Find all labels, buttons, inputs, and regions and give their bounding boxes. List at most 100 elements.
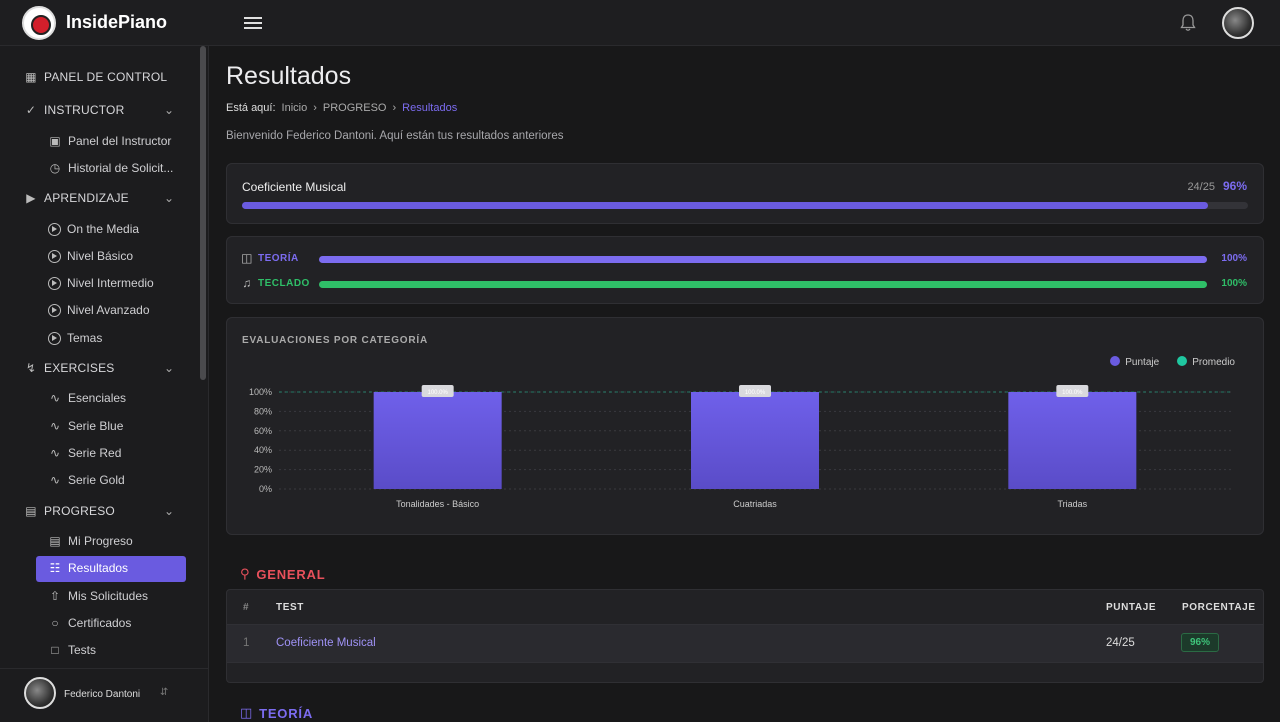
user-square-icon: ▣ — [49, 134, 61, 148]
col-header-test: TEST — [276, 602, 304, 613]
sidebar-item-tests[interactable]: □ Tests — [48, 643, 96, 657]
sidebar-item-certificados[interactable]: ○ Certificados — [48, 616, 131, 630]
sidebar-item-mis-solicitudes[interactable]: ⇧ Mis Solicitudes — [48, 589, 148, 603]
chevron-right-icon: › — [392, 102, 397, 114]
row-score: 24/25 — [1106, 637, 1135, 649]
check-circle-icon: ✓ — [25, 103, 37, 117]
play-circle-icon — [48, 222, 61, 236]
y-tick-label: 20% — [254, 465, 272, 475]
row-number: 1 — [243, 637, 250, 649]
data-label: 100.0% — [427, 390, 448, 396]
sidebar-section-exercises[interactable]: ↯ EXERCISES ⌄ — [24, 361, 174, 375]
teoria-progress-fill — [319, 256, 1207, 263]
sidebar-item-mi-progreso[interactable]: ▤ Mi Progreso — [48, 534, 132, 548]
sidebar-item-serie-gold[interactable]: ∿ Serie Gold — [48, 473, 125, 487]
bar-puntaje — [1008, 392, 1137, 489]
data-label: 100.0% — [1062, 390, 1083, 396]
sidebar-item-panel-instructor[interactable]: ▣ Panel del Instructor — [48, 134, 171, 148]
document-icon: ☷ — [49, 561, 61, 575]
sidebar-item-serie-blue[interactable]: ∿ Serie Blue — [48, 419, 123, 433]
sidebar-item-temas[interactable]: Temas — [48, 331, 102, 345]
teclado-percent: 100% — [1221, 278, 1247, 289]
page-title: Resultados — [226, 62, 352, 90]
y-tick-label: 0% — [259, 484, 272, 494]
y-tick-label: 80% — [254, 406, 272, 416]
sidebar-section-progreso[interactable]: ▤ PROGRESO ⌄ — [24, 504, 174, 518]
row-test-link[interactable]: Coeficiente Musical — [276, 637, 376, 649]
play-circle-icon — [48, 249, 61, 263]
category-progress-card: ◫ TEORÍA 100% ♫ TECLADO 100% — [226, 236, 1264, 304]
x-tick-label: Cuatriadas — [733, 499, 777, 509]
sidebar-section-aprendizaje[interactable]: ▶ APRENDIZAJE ⌄ — [24, 191, 174, 205]
main-content: Resultados Está aquí: Inicio › PROGRESO … — [210, 46, 1280, 722]
x-tick-label: Tonalidades - Básico — [396, 499, 479, 509]
sidebar-item-on-the-media[interactable]: On the Media — [48, 222, 139, 236]
general-table: # TEST PUNTAJE PORCENTAJE 1 Coeficiente … — [226, 589, 1264, 683]
award-icon: ○ — [51, 616, 59, 630]
general-heading: ⚲ GENERAL — [240, 566, 326, 582]
sidebar-item-historial[interactable]: ◷ Historial de Solicit... — [48, 161, 174, 175]
clock-icon: ◷ — [49, 161, 61, 175]
share-icon: ⇧ — [49, 589, 61, 603]
sidebar-section-instructor[interactable]: ✓ INSTRUCTOR ⌄ — [24, 103, 174, 117]
logo-icon[interactable] — [22, 6, 56, 40]
music-list-icon: ♫ — [242, 276, 252, 290]
sidebar: ▦ PANEL DE CONTROL ✓ INSTRUCTOR ⌄ ▣ Pane… — [0, 46, 209, 722]
sidebar-item-nivel-avanzado[interactable]: Nivel Avanzado — [48, 303, 150, 317]
coeficiente-progress — [242, 202, 1248, 209]
sidebar-scrollbar[interactable] — [200, 46, 206, 380]
brand-name[interactable]: InsidePiano — [66, 12, 167, 33]
bar-puntaje — [373, 392, 502, 489]
chart-card: EVALUACIONES POR CATEGORÍA Puntaje Prome… — [226, 317, 1264, 535]
bolt-icon: ↯ — [25, 361, 37, 375]
chevron-right-icon: › — [313, 102, 317, 114]
chevron-updown-icon[interactable]: ⇵ — [160, 687, 168, 698]
col-header-puntaje: PUNTAJE — [1106, 602, 1157, 613]
sidebar-section-panel-de-control[interactable]: ▦ PANEL DE CONTROL — [24, 70, 167, 84]
book-icon: ◫ — [240, 705, 254, 720]
user-avatar[interactable] — [1222, 7, 1254, 39]
breadcrumb-progreso[interactable]: PROGRESO — [323, 102, 387, 114]
bar-chart-icon: ▤ — [25, 504, 37, 518]
pulse-icon: ∿ — [49, 446, 61, 460]
col-header-porcentaje: PORCENTAJE — [1182, 602, 1256, 613]
sidebar-item-serie-red[interactable]: ∿ Serie Red — [48, 446, 121, 460]
bar-chart: 100% 80% 60% 40% 20% 0% 100.0% Tonalidades - Bá… — [249, 385, 1231, 509]
sidebar-item-esenciales[interactable]: ∿ Esenciales — [48, 391, 126, 405]
col-header-number: # — [243, 602, 250, 613]
chart-file-icon: ▤ — [49, 534, 61, 548]
sidebar-user[interactable]: Federico Dantoni ⇵ — [0, 668, 208, 722]
table-row: 1 Coeficiente Musical 24/25 96% — [227, 624, 1263, 663]
pulse-icon: ∿ — [49, 391, 61, 405]
bell-icon[interactable] — [1180, 14, 1196, 32]
sidebar-item-resultados[interactable]: ☷ Resultados — [48, 561, 128, 575]
y-tick-label: 100% — [249, 387, 272, 397]
top-bar: InsidePiano — [0, 0, 1280, 46]
row-percent-badge: 96% — [1181, 633, 1220, 652]
chevron-down-icon: ⌄ — [164, 361, 175, 375]
user-name: Federico Dantoni — [64, 689, 141, 700]
chevron-down-icon: ⌄ — [164, 191, 175, 205]
teoria-percent: 100% — [1221, 253, 1247, 264]
trophy-icon: ⚲ — [240, 566, 251, 581]
teclado-label: ♫ TECLADO — [242, 276, 310, 290]
breadcrumb-current: Resultados — [402, 102, 458, 114]
teoria-progress — [319, 256, 1207, 263]
teclado-progress-fill — [319, 281, 1207, 288]
play-circle-icon — [48, 303, 61, 317]
sidebar-item-nivel-intermedio[interactable]: Nivel Intermedio — [48, 276, 154, 290]
coeficiente-card: Coeficiente Musical 24/25 96% — [226, 163, 1264, 224]
teoria-label: ◫ TEORÍA — [241, 251, 299, 265]
menu-toggle-button[interactable] — [244, 14, 262, 30]
breadcrumb-inicio[interactable]: Inicio — [282, 102, 308, 114]
bar-puntaje — [691, 392, 819, 489]
chevron-down-icon: ⌄ — [164, 103, 175, 117]
play-circle-icon — [48, 276, 61, 290]
coeficiente-label: Coeficiente Musical — [242, 180, 347, 194]
breadcrumb: Está aquí: Inicio › PROGRESO › Resultado… — [226, 102, 458, 114]
y-tick-label: 60% — [254, 426, 272, 436]
data-label: 100.0% — [745, 390, 766, 396]
x-tick-label: Triadas — [1057, 499, 1087, 509]
grid-icon: ▦ — [25, 70, 37, 84]
sidebar-item-nivel-basico[interactable]: Nivel Básico — [48, 249, 133, 263]
